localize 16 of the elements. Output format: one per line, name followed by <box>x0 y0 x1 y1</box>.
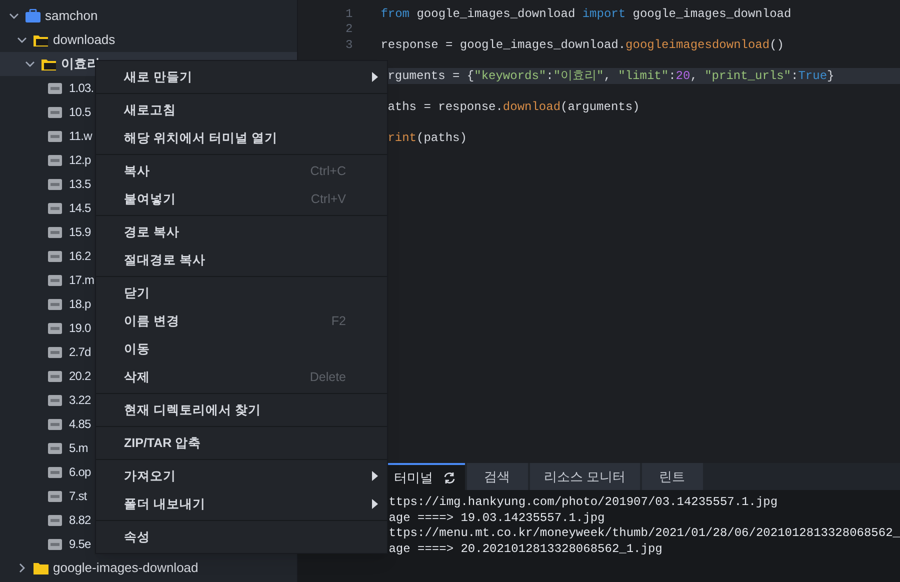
shortcut-label: F2 <box>331 312 346 330</box>
terminal-line: age ====> 20.2021012813328068562_1.jpg <box>388 542 664 557</box>
code-line: from google_images_download import google_images_download <box>380 6 792 23</box>
line-number: 1 <box>346 6 353 21</box>
shortcut-label: Delete <box>310 368 346 386</box>
code-line: aths = response.download(arguments) <box>386 98 640 116</box>
terminal-line: ttps://menu.mt.co.kr/moneyweek/thumb/2021/01/28/06/2021012813328068562_ <box>388 526 900 542</box>
shortcut-label: Ctrl+V <box>310 190 346 208</box>
line-number: 3 <box>346 38 353 52</box>
shortcut-label: Ctrl+C <box>310 162 346 180</box>
terminal-line: age ====> 19.03.14235557.1.jpg <box>388 510 606 526</box>
code-line: rguments = {"keywords":"이효리", "limit":20, "print_urls":True} <box>386 68 834 85</box>
terminal-line: ttps://img.hankyung.com/photo/201907/03.14235557.1.jpg <box>388 495 779 510</box>
code-line: response = google_images_download.googleimagesdownload() <box>380 36 784 54</box>
line-number: 2 <box>346 22 353 36</box>
code-line: rint(paths) <box>386 130 467 147</box>
